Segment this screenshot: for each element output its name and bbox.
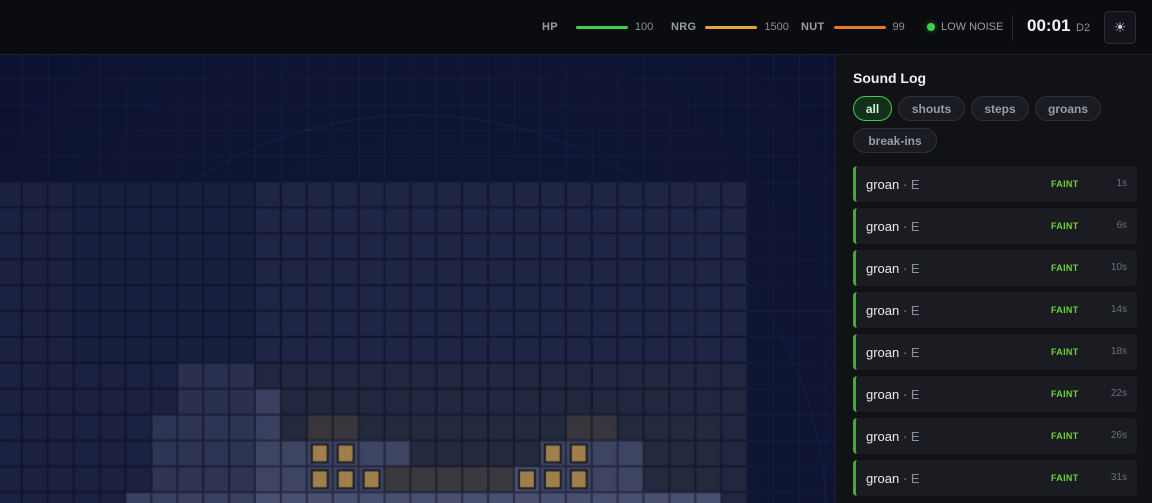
top-hud: HP 100 NRG 1500 NUT 99 LOW NOISE 00:01 D… [0,0,1152,55]
sound-log-panel: Sound Log all shouts steps groans break-… [835,55,1152,503]
log-entry-direction: E [910,345,920,360]
log-entry-message: groan · E [866,219,919,234]
sun-icon: ☀ [1113,19,1127,35]
log-entry[interactable]: groan · E FAINT 14s [853,292,1137,328]
log-entry-level: FAINT [1051,263,1079,273]
log-entry[interactable]: groan · E FAINT 18s [853,334,1137,370]
log-entry-age: 26s [1110,430,1127,441]
filter-steps[interactable]: steps [971,96,1029,121]
nut-value: 99 [892,21,905,33]
log-entry-message: groan · E [866,303,919,318]
log-entry-type: groan [866,219,900,234]
log-entry-message: groan · E [866,387,919,402]
nut-stat: NUT 99 [801,20,905,34]
log-entry-direction: E [910,177,920,192]
nrg-stat: NRG 1500 [671,20,789,34]
log-entry[interactable]: groan · E FAINT 1s [853,166,1137,202]
game-clock: 00:01 [1027,16,1071,35]
log-entry-message: groan · E [866,429,919,444]
log-entry-type: groan [866,177,900,192]
log-entry-separator: · [899,219,911,234]
log-entry-age: 10s [1110,262,1127,273]
filter-groans[interactable]: groans [1035,96,1101,121]
hp-label: HP [542,21,558,33]
log-entry-separator: · [899,345,911,360]
log-entry-level: FAINT [1051,221,1079,231]
log-entry[interactable]: groan · E FAINT 22s [853,376,1137,412]
noise-indicator: LOW NOISE [927,20,1003,34]
log-entry-type: groan [866,387,900,402]
log-entry-age: 6s [1116,220,1127,231]
log-entry-message: groan · E [866,345,919,360]
log-entry-type: groan [866,471,900,486]
log-entry-message: groan · E [866,177,919,192]
log-entry-separator: · [899,387,911,402]
log-entry[interactable]: groan · E FAINT 10s [853,250,1137,286]
log-entry-separator: · [899,261,911,276]
log-entry-level: FAINT [1051,473,1079,483]
sound-log-title: Sound Log [853,70,927,86]
log-entry-age: 22s [1110,388,1127,399]
hp-stat: HP 100 [542,20,653,34]
log-entry-type: groan [866,303,900,318]
noise-label: LOW NOISE [941,21,1004,33]
log-entry-direction: E [910,303,920,318]
log-entry-direction: E [910,471,920,486]
log-entry-type: groan [866,345,900,360]
hp-bar [575,25,628,29]
log-entry-separator: · [899,429,911,444]
nrg-bar [705,25,758,29]
log-entry-age: 14s [1110,304,1127,315]
log-entry-direction: E [910,261,920,276]
nut-bar [833,25,886,29]
nrg-label: NRG [671,21,697,33]
log-entry[interactable]: groan · E FAINT 26s [853,418,1137,454]
log-entry-type: groan [866,261,900,276]
theme-toggle-button[interactable]: ☀ [1104,11,1136,44]
log-entry-separator: · [899,177,911,192]
map-grid[interactable] [0,55,835,503]
log-entry-age: 1s [1116,178,1127,189]
log-entry-age: 31s [1110,472,1127,483]
log-entry-direction: E [910,429,920,444]
log-entry-level: FAINT [1051,389,1079,399]
log-entry-direction: E [910,219,920,234]
log-entry-level: FAINT [1051,347,1079,357]
filter-break-ins[interactable]: break-ins [853,128,937,153]
filter-shouts[interactable]: shouts [898,96,965,121]
hud-divider [1012,15,1013,41]
log-entry-direction: E [910,387,920,402]
log-entry-level: FAINT [1051,305,1079,315]
log-entry-level: FAINT [1051,431,1079,441]
game-viewport[interactable] [0,55,835,503]
nrg-value: 1500 [764,21,789,33]
log-entry-message: groan · E [866,471,919,486]
day-counter: D2 [1076,22,1091,34]
log-entry-message: groan · E [866,261,919,276]
log-entry[interactable]: groan · E FAINT 31s [853,460,1137,496]
log-entry-type: groan [866,429,900,444]
noise-dot-icon [927,23,935,31]
log-entry-separator: · [899,303,911,318]
filter-all[interactable]: all [853,96,892,121]
hp-value: 100 [634,21,654,33]
log-entry-level: FAINT [1051,179,1079,189]
nut-label: NUT [801,21,825,33]
log-entry[interactable]: groan · E FAINT 6s [853,208,1137,244]
log-entry-age: 18s [1110,346,1127,357]
log-entry-separator: · [899,471,911,486]
